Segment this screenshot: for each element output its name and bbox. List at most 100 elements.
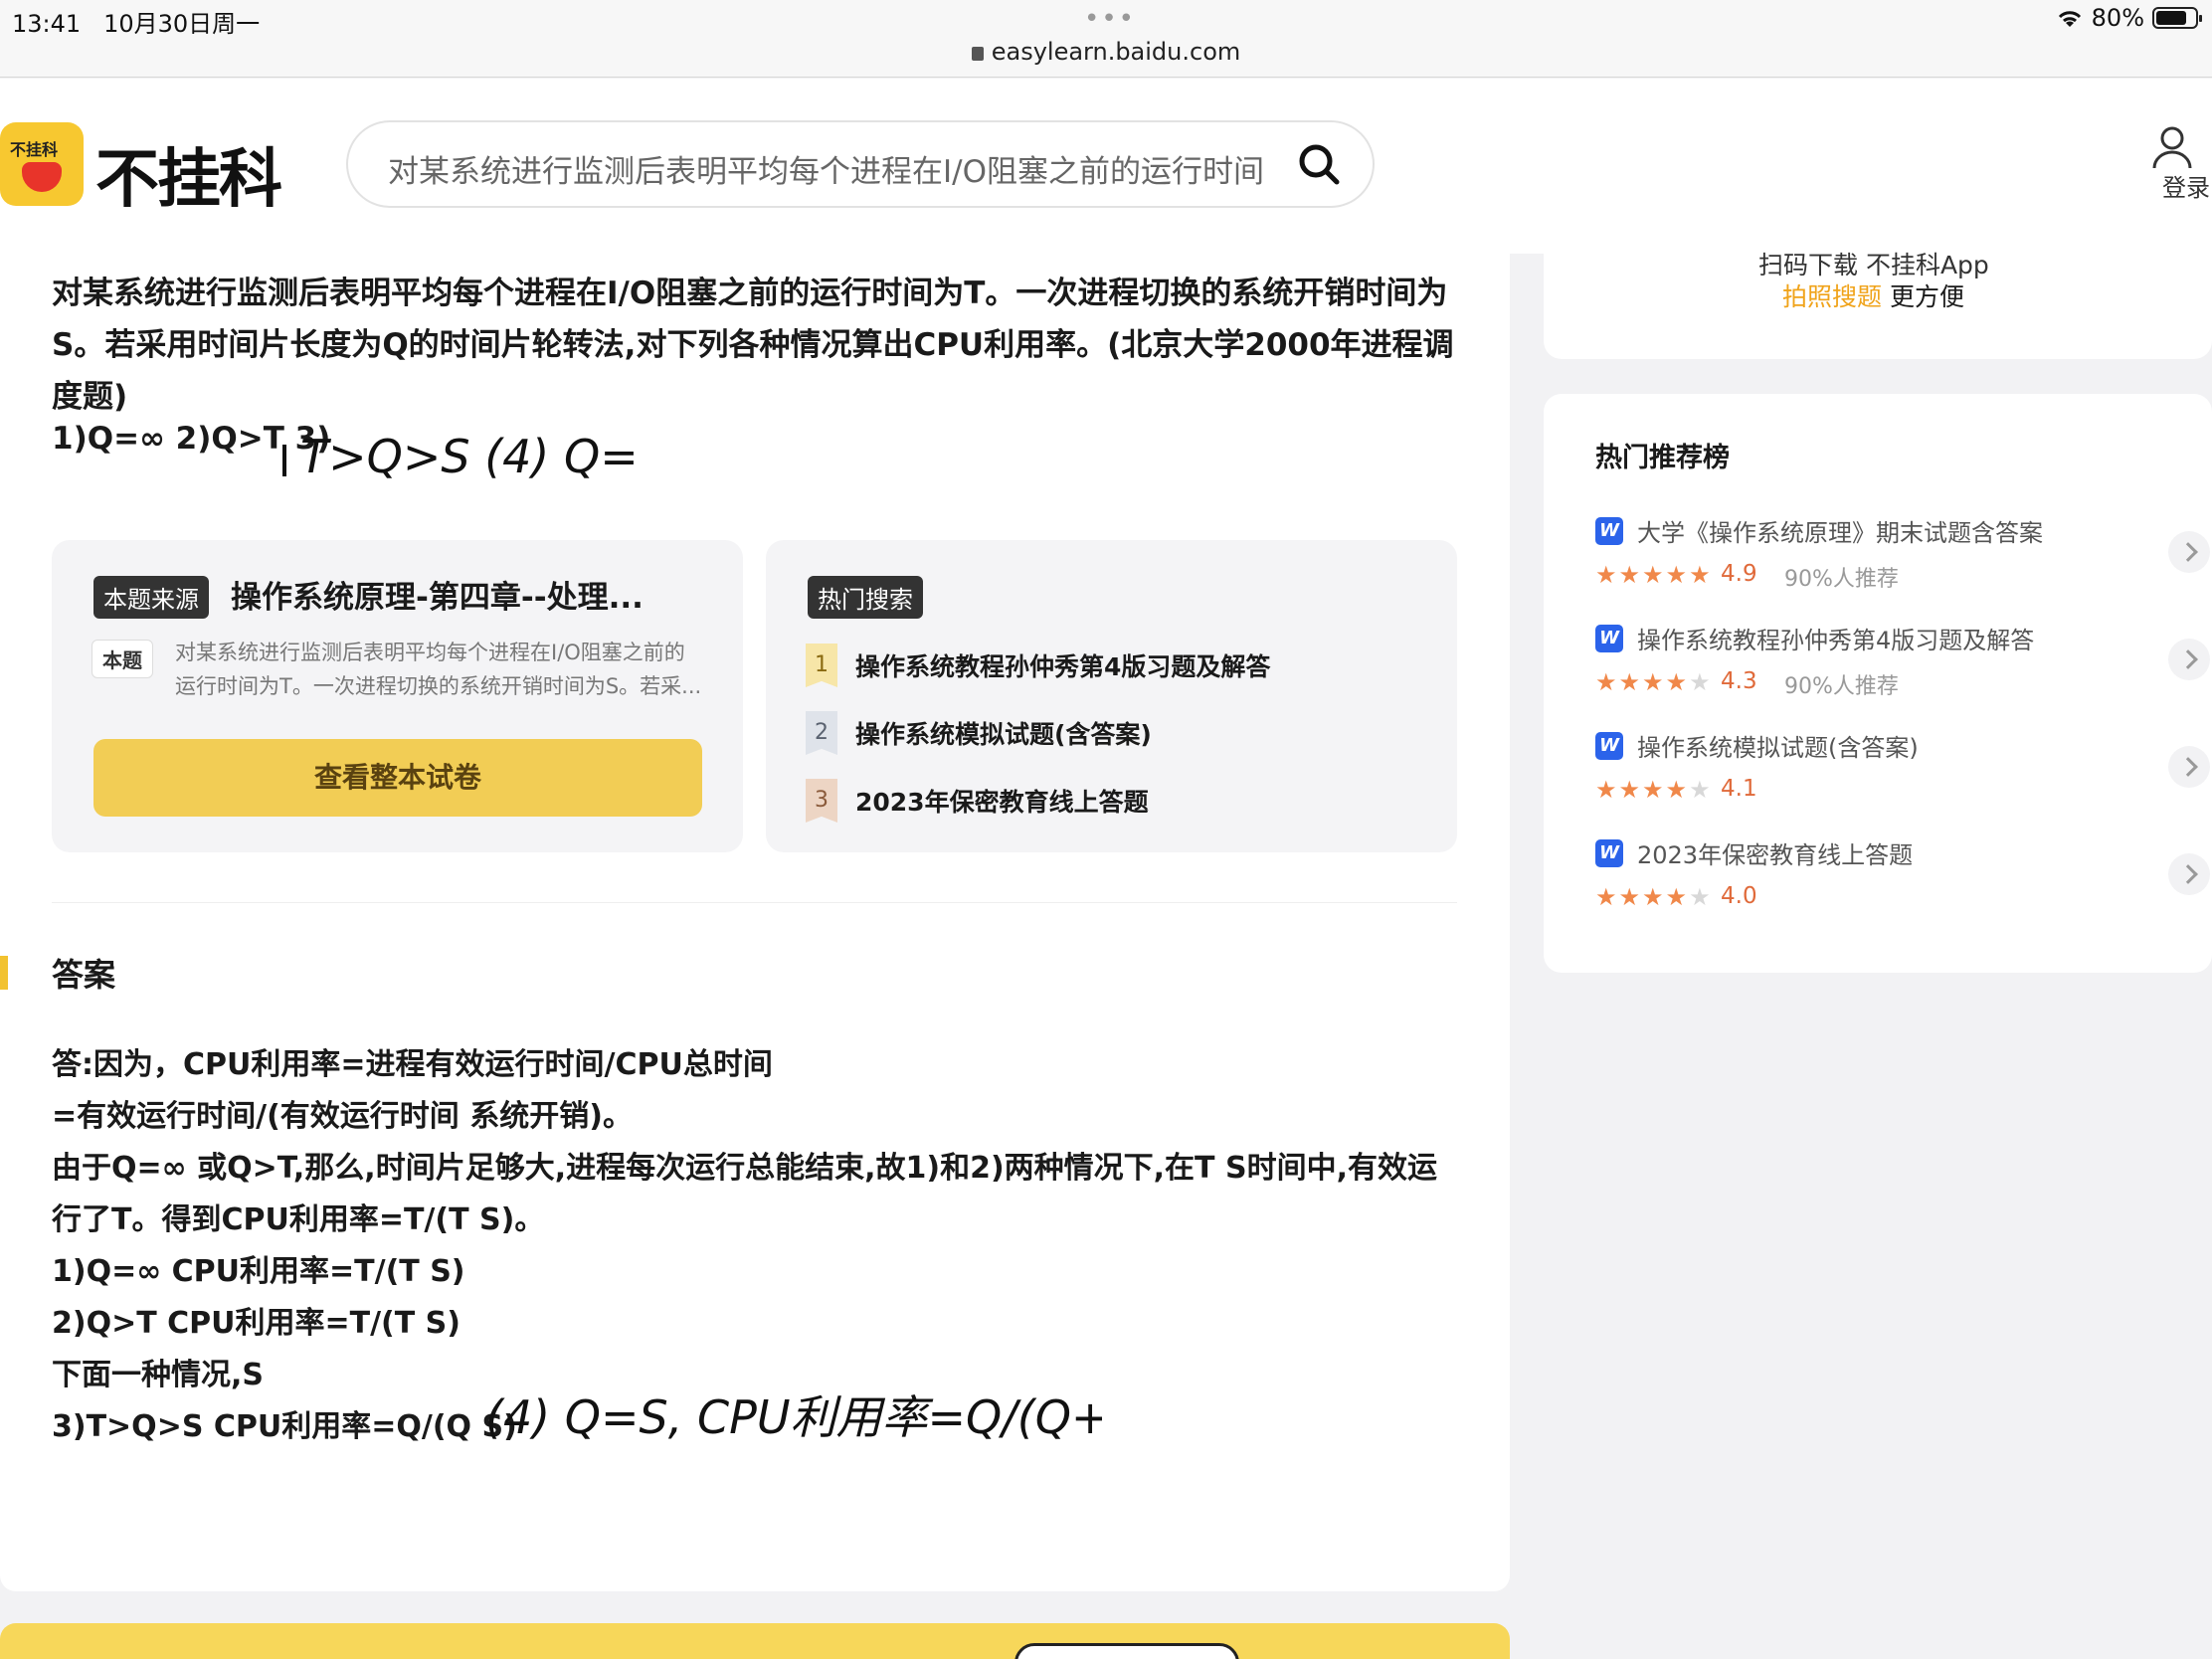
logo-mini-text: 不挂科 [10,140,59,159]
ranking-item[interactable]: W 操作系统模拟试题(含答案) ★★★★★ 4.1 [1595,728,2210,818]
search-icon[interactable] [1297,142,1341,186]
search-box[interactable]: 对某系统进行监测后表明平均每个进程在I/O阻塞之前的运行时间 [346,120,1375,208]
status-right: 80% [2056,4,2202,32]
rank-badge: 3 [806,779,837,823]
ranking-item-title: 2023年保密教育线上答题 [1637,841,1914,869]
star-empty-icon: ★ [1689,883,1713,911]
star-filled-icon: ★ [1665,883,1690,911]
star-filled-icon: ★ [1642,776,1666,804]
search-input[interactable]: 对某系统进行监测后表明平均每个进程在I/O阻塞之前的运行时间 [388,146,1264,191]
source-card: 本题来源 操作系统原理-第四章--处理... 本题 对某系统进行监测后表明平均每… [52,540,743,852]
star-filled-icon: ★ [1595,776,1619,804]
ranking-item-title: 大学《操作系统原理》期末试题含答案 [1637,519,2043,547]
wifi-icon [2058,11,2081,27]
ranking-item-title: 操作系统教程孙仲秀第4版习题及解答 [1637,627,2035,654]
answer-line: 1)Q=∞ CPU利用率=T/(T S) [52,1254,465,1289]
hot-search-tag: 热门搜索 [808,576,923,619]
hot-search-item[interactable]: 1 操作系统教程孙仲秀第4版习题及解答 [806,644,1270,687]
answer-line: 3)T>Q>S CPU利用率=Q/(Q S) [52,1409,517,1444]
bottom-banner-button[interactable] [1014,1643,1239,1659]
answer-line: 行了T。得到CPU利用率=T/(T S)。 [52,1202,545,1237]
word-doc-icon: W [1595,625,1623,652]
star-filled-icon: ★ [1618,668,1643,696]
app-promo-line: 拍照搜题 更方便 [1782,277,1964,313]
hot-search-label: 操作系统模拟试题(含答案) [855,720,1152,749]
chevron-right-icon[interactable] [2168,853,2210,895]
ranking-item[interactable]: W 大学《操作系统原理》期末试题含答案 ★★★★★ 4.9 90%人推荐 [1595,513,2210,603]
ranking-title: 热门推荐榜 [1595,443,1730,473]
chevron-right-icon[interactable] [2168,531,2210,573]
view-full-paper-button[interactable]: 查看整本试卷 [93,739,702,817]
answer-line: =有效运行时间/(有效运行时间 系统开销)。 [52,1099,633,1134]
star-filled-icon: ★ [1595,883,1619,911]
answer-heading: 答案 [52,956,116,994]
answer-accent-bar [0,956,8,990]
address-bar[interactable]: easylearn.baidu.com [0,38,2212,66]
word-doc-icon: W [1595,732,1623,760]
handwriting-note-answer: (4) Q=S, CPU利用率=Q/(Q+S) [485,1390,1102,1444]
source-tag: 本题来源 [93,576,209,619]
star-rating: ★★★★★ [1595,561,1713,589]
star-filled-icon: ★ [1642,668,1666,696]
ranking-item[interactable]: W 操作系统教程孙仲秀第4版习题及解答 ★★★★★ 4.3 90%人推荐 [1595,621,2210,710]
star-filled-icon: ★ [1689,561,1713,589]
star-filled-icon: ★ [1665,561,1690,589]
status-time: 13:41 10月30日周一 [12,10,261,38]
answer-line: 2)Q>T CPU利用率=T/(T S) [52,1306,461,1341]
logo-mascot [22,162,62,192]
app-promo-rest: 更方便 [1882,282,1964,311]
recommend-percent: 90%人推荐 [1784,567,1899,592]
star-empty-icon: ★ [1689,776,1713,804]
star-filled-icon: ★ [1642,561,1666,589]
site-header: 不挂科 不挂科 对某系统进行监测后表明平均每个进程在I/O阻塞之前的运行时间 登… [0,79,2212,254]
status-bar: 13:41 10月30日周一 ••• 80% easylearn.baidu.c… [0,0,2212,78]
main-content: 对某系统进行监测后表明平均每个进程在I/O阻塞之前的运行时间为T。一次进程切换的… [0,254,1510,1591]
rating-score: 4.0 [1721,883,1757,909]
ranking-item[interactable]: W 2023年保密教育线上答题 ★★★★★ 4.0 [1595,835,2210,925]
logo-icon[interactable]: 不挂科 [0,122,84,206]
tab-menu-dots[interactable]: ••• [1084,4,1136,34]
rank-badge: 1 [806,644,837,687]
recommend-ranking-card: 热门推荐榜 W 大学《操作系统原理》期末试题含答案 ★★★★★ 4.9 90%人… [1544,394,2212,973]
star-empty-icon: ★ [1689,668,1713,696]
hot-search-card: 热门搜索 1 操作系统教程孙仲秀第4版习题及解答 2 操作系统模拟试题(含答案)… [766,540,1457,852]
brand-name[interactable]: 不挂科 [95,128,282,220]
hot-search-item[interactable]: 2 操作系统模拟试题(含答案) [806,711,1152,755]
star-filled-icon: ★ [1618,776,1643,804]
login-link[interactable]: 登录 [2162,168,2210,203]
star-filled-icon: ★ [1595,668,1619,696]
source-snippet: 对某系统进行监测后表明平均每个进程在I/O阻塞之前的运行时间为T。一次进程切换的… [175,641,702,698]
ranking-item-title: 操作系统模拟试题(含答案) [1637,734,1919,762]
lock-icon [971,47,984,61]
star-rating: ★★★★★ [1595,776,1713,804]
url-text: easylearn.baidu.com [991,38,1241,66]
star-filled-icon: ★ [1665,776,1690,804]
battery-icon [2152,7,2202,29]
user-icon[interactable] [2148,126,2196,170]
word-doc-icon: W [1595,839,1623,867]
bottom-banner[interactable] [0,1623,1510,1659]
star-filled-icon: ★ [1642,883,1666,911]
star-filled-icon: ★ [1665,668,1690,696]
handwriting-text-question: T>Q>S (4) Q=S [300,430,639,483]
source-title[interactable]: 操作系统原理-第四章--处理... [231,572,708,617]
question-text: 对某系统进行监测后表明平均每个进程在I/O阻塞之前的运行时间为T。一次进程切换的… [52,276,1454,415]
answer-line: 由于Q=∞ 或Q>T,那么,时间片足够大,进程每次运行总能结束,故1)和2)两种… [52,1151,1437,1186]
this-question-tag: 本题 [92,640,153,678]
hot-search-label: 操作系统教程孙仲秀第4版习题及解答 [855,652,1271,681]
chevron-right-icon[interactable] [2168,746,2210,788]
chevron-right-icon[interactable] [2168,639,2210,680]
rating-score: 4.3 [1721,668,1757,694]
section-divider [52,902,1457,903]
handwriting-text-answer: (4) Q=S, CPU利用率=Q/(Q+S) [485,1390,1102,1444]
recommend-percent: 90%人推荐 [1784,674,1899,699]
answer-line: 答:因为，CPU利用率=进程有效运行时间/CPU总时间 [52,1047,773,1082]
answer-line: 下面一种情况,S [52,1358,265,1392]
hot-search-item[interactable]: 3 2023年保密教育线上答题 [806,779,1149,823]
star-filled-icon: ★ [1595,561,1619,589]
star-rating: ★★★★★ [1595,668,1713,696]
rank-badge: 2 [806,711,837,755]
app-promo-highlight: 拍照搜题 [1782,282,1883,311]
app-download-text: 扫码下载 不挂科App [1758,251,1989,279]
word-doc-icon: W [1595,517,1623,545]
